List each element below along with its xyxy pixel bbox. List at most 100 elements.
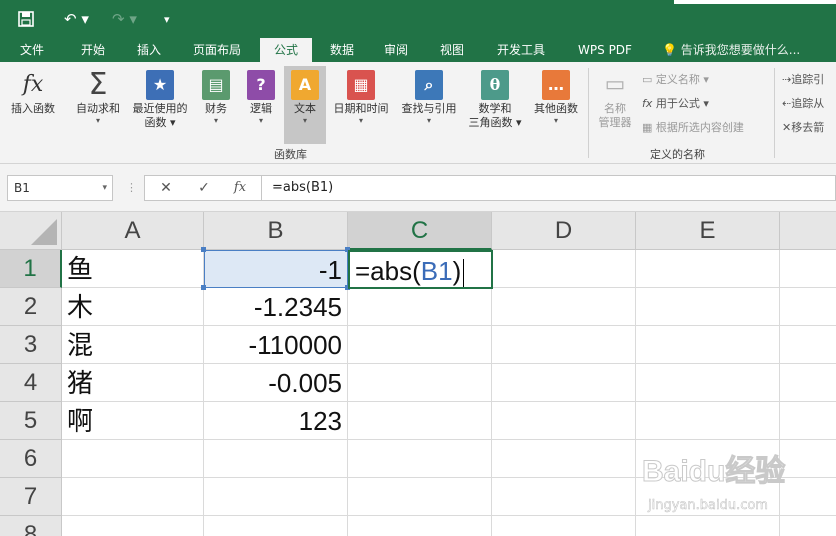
trace-precedents-button[interactable]: ⇢追踪引 (782, 72, 824, 88)
row-header-8[interactable]: 8 (0, 516, 62, 536)
tab-review[interactable]: 审阅 (374, 38, 418, 62)
lookup-button[interactable]: ⌕ 查找与引用 ▾ (396, 66, 462, 144)
row-header-3[interactable]: 3 (0, 326, 62, 364)
grid-cell[interactable] (780, 364, 836, 402)
chevron-down-icon: ▾ (95, 116, 100, 125)
grid-cell[interactable] (62, 478, 204, 516)
grid-cell[interactable] (204, 516, 348, 536)
select-all-corner[interactable] (0, 212, 62, 250)
grid-cell[interactable] (780, 326, 836, 364)
save-icon[interactable] (18, 0, 40, 38)
grid-cell[interactable] (62, 516, 204, 536)
redo-icon[interactable]: ↷ ▾ (112, 0, 148, 38)
row-header-2[interactable]: 2 (0, 288, 62, 326)
undo-icon[interactable]: ↶ ▾ (64, 0, 100, 38)
financial-button[interactable]: ▤ 财务 ▾ (196, 66, 236, 144)
create-from-selection-button[interactable]: ▦ 根据所选内容创建 (642, 120, 744, 136)
cell-b5[interactable]: 123 (204, 402, 348, 440)
ref-handle-bottom-left[interactable] (201, 285, 206, 290)
grid-cell[interactable] (348, 288, 492, 326)
grid-cell[interactable] (348, 516, 492, 536)
chevron-down-icon[interactable]: ▾ (102, 176, 107, 200)
cell-a3[interactable]: 混 (62, 326, 204, 364)
trace-dependents-button[interactable]: ⇠追踪从 (782, 96, 824, 112)
define-name-button[interactable]: ▭ 定义名称 ▾ (642, 72, 709, 88)
cell-a4[interactable]: 猪 (62, 364, 204, 402)
enter-check-icon[interactable]: ✓ (189, 176, 219, 200)
grid-cell[interactable] (636, 402, 780, 440)
cell-b3[interactable]: -110000 (204, 326, 348, 364)
cell-a5[interactable]: 啊 (62, 402, 204, 440)
grid-cell[interactable] (204, 478, 348, 516)
autosum-button[interactable]: Σ 自动求和 ▾ (70, 66, 126, 144)
tab-home[interactable]: 开始 (68, 38, 118, 62)
name-manager-button[interactable]: ▭ 名称 管理器 (592, 66, 638, 144)
tab-wps-pdf[interactable]: WPS PDF (570, 38, 640, 62)
grid-cell[interactable] (492, 288, 636, 326)
column-header-e[interactable]: E (636, 212, 780, 250)
tab-developer[interactable]: 开发工具 (486, 38, 556, 62)
cell-b4[interactable]: -0.005 (204, 364, 348, 402)
cell-a1[interactable]: 鱼 (62, 250, 204, 288)
tab-data[interactable]: 数据 (320, 38, 364, 62)
cell-c1-editing[interactable]: =abs(B1) (348, 250, 493, 289)
remove-arrows-button[interactable]: ✕移去箭 (782, 120, 824, 136)
row-header-1[interactable]: 1 (0, 250, 62, 288)
formula-reference: B1 (420, 256, 453, 286)
grid-cell[interactable] (348, 478, 492, 516)
grid-cell[interactable] (636, 326, 780, 364)
insert-function-icon[interactable]: fx (225, 176, 255, 200)
grid-cell[interactable] (348, 402, 492, 440)
column-header-b[interactable]: B (204, 212, 348, 250)
grid-cell[interactable] (348, 326, 492, 364)
grid-cell[interactable] (62, 440, 204, 478)
text-button[interactable]: A 文本 ▾ (284, 66, 326, 144)
grid-cell[interactable] (636, 288, 780, 326)
use-in-formula-button[interactable]: fx 用于公式 ▾ (642, 96, 709, 112)
column-header-a[interactable]: A (62, 212, 204, 250)
formula-input[interactable]: =abs(B1) (262, 175, 836, 201)
grid-cell[interactable] (348, 364, 492, 402)
insert-function-button[interactable]: fx 插入函数 (4, 66, 62, 144)
tab-view[interactable]: 视图 (430, 38, 474, 62)
tab-file[interactable]: 文件 (8, 38, 56, 62)
cancel-icon[interactable]: ✕ (151, 176, 181, 200)
grid-cell[interactable] (636, 250, 780, 288)
grid-cell[interactable] (492, 402, 636, 440)
tab-page-layout[interactable]: 页面布局 (184, 38, 250, 62)
cell-b1[interactable]: -1 (204, 250, 348, 288)
grid-cell[interactable] (780, 288, 836, 326)
name-box[interactable]: B1 ▾ (7, 175, 113, 201)
logical-button[interactable]: ? 逻辑 ▾ (242, 66, 280, 144)
row-header-7[interactable]: 7 (0, 478, 62, 516)
cell-a2[interactable]: 木 (62, 288, 204, 326)
tab-formulas[interactable]: 公式 (260, 38, 312, 62)
splitter-handle[interactable]: ⋮ (126, 175, 137, 201)
grid-cell[interactable] (492, 364, 636, 402)
math-trig-button[interactable]: θ 数学和 三角函数 ▾ (464, 66, 526, 144)
recently-used-button[interactable]: ★ 最近使用的 函数 ▾ (126, 66, 194, 144)
ref-handle-top-left[interactable] (201, 247, 206, 252)
tell-me-box[interactable]: 💡 告诉我您想要做什么... (662, 38, 800, 62)
cell-b2[interactable]: -1.2345 (204, 288, 348, 326)
grid-cell[interactable] (780, 402, 836, 440)
grid-cell[interactable] (492, 516, 636, 536)
grid-cell[interactable] (636, 364, 780, 402)
grid-cell[interactable] (492, 326, 636, 364)
grid-cell[interactable] (492, 478, 636, 516)
column-header-d[interactable]: D (492, 212, 636, 250)
grid-cell[interactable] (492, 250, 636, 288)
column-header-c[interactable]: C (348, 212, 492, 250)
grid-cell[interactable] (780, 250, 836, 288)
row-header-6[interactable]: 6 (0, 440, 62, 478)
column-header-f[interactable] (780, 212, 836, 250)
datetime-button[interactable]: ▦ 日期和时间 ▾ (328, 66, 394, 144)
row-header-5[interactable]: 5 (0, 402, 62, 440)
more-functions-button[interactable]: … 其他函数 ▾ (528, 66, 584, 144)
customize-toolbar-icon[interactable]: ▾ (164, 0, 178, 38)
grid-cell[interactable] (204, 440, 348, 478)
tab-insert[interactable]: 插入 (124, 38, 174, 62)
row-header-4[interactable]: 4 (0, 364, 62, 402)
grid-cell[interactable] (492, 440, 636, 478)
grid-cell[interactable] (348, 440, 492, 478)
